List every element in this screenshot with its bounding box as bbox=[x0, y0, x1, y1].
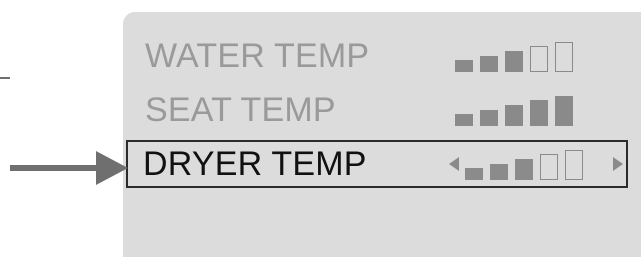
right-triangle-icon[interactable] bbox=[613, 157, 623, 171]
left-edge-line bbox=[0, 77, 10, 79]
level-segment bbox=[530, 46, 548, 72]
water-temp-label: WATER TEMP bbox=[145, 37, 370, 75]
level-segment bbox=[490, 164, 508, 180]
seat-temp-label: SEAT TEMP bbox=[145, 91, 336, 129]
level-segment bbox=[505, 51, 523, 72]
dryer-temp-label: DRYER TEMP bbox=[143, 145, 367, 183]
menu-item-dryer-temp[interactable]: DRYER TEMP bbox=[123, 140, 641, 188]
level-segment bbox=[555, 96, 573, 126]
level-segment bbox=[480, 56, 498, 72]
level-segment bbox=[455, 60, 473, 72]
water-temp-level bbox=[455, 32, 591, 80]
menu-item-seat-temp[interactable]: SEAT TEMP bbox=[123, 86, 641, 134]
level-segment bbox=[555, 42, 573, 72]
level-segment bbox=[455, 114, 473, 126]
menu-item-water-temp[interactable]: WATER TEMP bbox=[123, 32, 641, 80]
level-segment bbox=[530, 100, 548, 126]
level-segment bbox=[515, 159, 533, 180]
left-triangle-icon[interactable] bbox=[449, 157, 459, 171]
dryer-temp-level bbox=[465, 140, 601, 188]
arrow-right-icon bbox=[10, 151, 128, 185]
level-segment bbox=[540, 154, 558, 180]
level-segment bbox=[565, 150, 583, 180]
level-segment bbox=[465, 168, 483, 180]
seat-temp-level bbox=[455, 86, 591, 134]
level-segment bbox=[505, 105, 523, 126]
level-segment bbox=[480, 110, 498, 126]
settings-panel: WATER TEMP SEAT TEMP DRYER TEMP bbox=[123, 12, 641, 257]
